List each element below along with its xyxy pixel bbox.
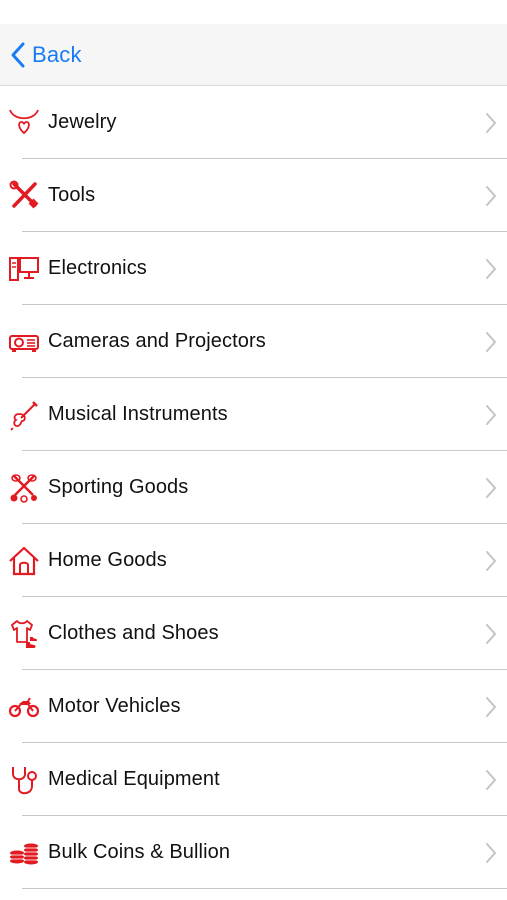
chevron-right-icon xyxy=(485,331,497,353)
list-item-label: Cameras and Projectors xyxy=(48,330,266,352)
back-button[interactable]: Back xyxy=(10,41,82,69)
navigation-bar: Back xyxy=(0,24,507,86)
list-item-label: Tools xyxy=(48,184,96,206)
list-item-electronics[interactable]: Electronics xyxy=(0,232,507,305)
chevron-right-icon xyxy=(485,477,497,499)
necklace-icon xyxy=(8,107,40,139)
chevron-right-icon xyxy=(485,842,497,864)
back-label: Back xyxy=(32,41,82,67)
list-item-motor-vehicles[interactable]: Motor Vehicles xyxy=(0,670,507,743)
list-item-bulk-coins-bullion[interactable]: Bulk Coins & Bullion xyxy=(0,816,507,889)
house-icon xyxy=(8,545,40,577)
list-item-medical-equipment[interactable]: Medical Equipment xyxy=(0,743,507,816)
coins-icon xyxy=(8,837,40,869)
chevron-right-icon xyxy=(485,185,497,207)
list-item-clothes-shoes[interactable]: Clothes and Shoes xyxy=(0,597,507,670)
chevron-right-icon xyxy=(485,258,497,280)
chevron-right-icon xyxy=(485,696,497,718)
list-item-home-goods[interactable]: Home Goods xyxy=(0,524,507,597)
list-item-sporting-goods[interactable]: Sporting Goods xyxy=(0,451,507,524)
list-item-label: Jewelry xyxy=(48,111,117,133)
chevron-right-icon xyxy=(485,769,497,791)
shirt-icon xyxy=(8,618,40,650)
list-item-label: Sporting Goods xyxy=(48,476,189,498)
status-bar-area xyxy=(0,0,507,24)
chevron-right-icon xyxy=(485,404,497,426)
list-item-label: Home Goods xyxy=(48,549,167,571)
list-item-jewelry[interactable]: Jewelry xyxy=(0,86,507,159)
list-item-label: Musical Instruments xyxy=(48,403,228,425)
list-item-musical-instruments[interactable]: Musical Instruments xyxy=(0,378,507,451)
projector-icon xyxy=(8,326,40,358)
list-item-cameras-projectors[interactable]: Cameras and Projectors xyxy=(0,305,507,378)
list-item-label: Clothes and Shoes xyxy=(48,622,219,644)
list-item-tools[interactable]: Tools xyxy=(0,159,507,232)
sports-icon xyxy=(8,472,40,504)
motorcycle-icon xyxy=(8,691,40,723)
stethoscope-icon xyxy=(8,764,40,796)
chevron-left-icon xyxy=(10,41,26,69)
computer-icon xyxy=(8,253,40,285)
chevron-right-icon xyxy=(485,623,497,645)
guitar-icon xyxy=(8,399,40,431)
list-item-label: Bulk Coins & Bullion xyxy=(48,841,231,863)
list-item-label: Motor Vehicles xyxy=(48,695,181,717)
chevron-right-icon xyxy=(485,112,497,134)
category-list: Jewelry Tools Electronics Cameras and Pr… xyxy=(0,86,507,889)
tools-icon xyxy=(8,180,40,212)
list-item-label: Medical Equipment xyxy=(48,768,220,790)
list-item-label: Electronics xyxy=(48,257,147,279)
chevron-right-icon xyxy=(485,550,497,572)
